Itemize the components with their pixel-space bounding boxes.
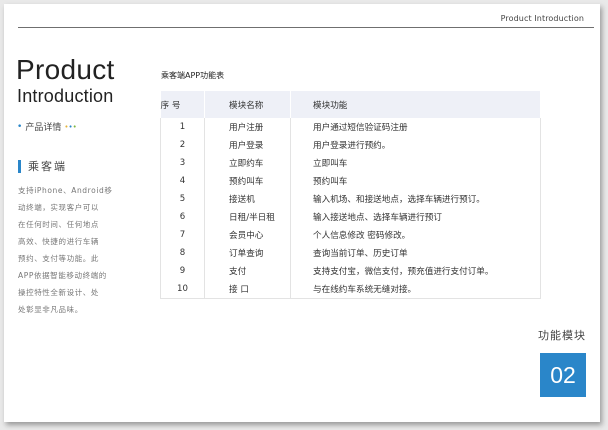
table-row: 4 预约叫车 预约叫车 [160,172,541,190]
product-detail-label: • 产品详情 ••• [17,120,77,134]
table-caption: 乘客端APP功能表 [161,71,225,80]
cell-module-name: 订单查询 [204,244,291,262]
cell-module-function: 预约叫车 [290,172,541,190]
cell-module-function: 输入接送地点、选择车辆进行预订 [290,208,541,226]
cell-module-name: 支付 [204,262,291,280]
colored-dots-icon: ••• [64,122,77,131]
feature-table: 序 号 模块名称 模块功能 1 用户注册 用户通过短信验证码注册 2 用户登录 … [160,91,541,299]
bullet-dot-icon: • [17,121,23,132]
header-module-name: 模块名称 [204,91,291,118]
cell-module-name: 预约叫车 [204,172,291,190]
cell-seq: 8 [160,244,205,262]
detail-text: 产品详情 [25,123,62,133]
description-line: APP依据智能移动终端的 [18,271,107,280]
header-seq: 序 号 [160,91,205,118]
description-line: 支持iPhone、Android移 [18,186,113,195]
cell-seq: 4 [160,172,205,190]
cell-seq: 5 [160,190,205,208]
description-line: 在任何时间、任何地点 [18,220,99,229]
cell-seq: 6 [160,208,205,226]
table-header-row: 序 号 模块名称 模块功能 [160,91,541,118]
cell-module-name: 接 口 [204,280,291,299]
passenger-section-heading: 乘客端 [18,158,67,174]
slide-page: Product Introduction Product Introductio… [4,4,600,422]
description-line: 动终端，实现客户可以 [18,203,99,212]
header-label: Product Introduction [500,14,584,23]
cell-seq: 9 [160,262,205,280]
table-row: 5 接送机 输入机场、和接送地点，选择车辆进行预订。 [160,190,541,208]
cell-seq: 2 [160,136,205,154]
header-module-function: 模块功能 [290,91,541,118]
cell-module-name: 用户注册 [204,118,291,136]
table-row: 1 用户注册 用户通过短信验证码注册 [160,118,541,136]
cell-module-function: 用户通过短信验证码注册 [290,118,541,136]
table-row: 3 立即约车 立即叫车 [160,154,541,172]
cell-module-function: 查询当前订单、历史订单 [290,244,541,262]
description-line: 高效、快捷的进行车辆 [18,237,99,246]
cell-module-name: 会员中心 [204,226,291,244]
table-row: 7 会员中心 个人信息修改 密码修改。 [160,226,541,244]
description-line: 处彰显非凡品味。 [18,305,83,314]
cell-module-function: 用户登录进行预约。 [290,136,541,154]
cell-seq: 7 [160,226,205,244]
title-product: Product [16,54,115,85]
cell-seq: 3 [160,154,205,172]
description-line: 预约、支付等功能。此 [18,254,99,263]
section-heading-text: 乘客端 [28,160,67,173]
cell-module-name: 立即约车 [204,154,291,172]
cell-module-function: 支持支付宝，微信支付，预充值进行支付订单。 [290,262,541,280]
cell-module-function: 输入机场、和接送地点，选择车辆进行预订。 [290,190,541,208]
table-row: 2 用户登录 用户登录进行预约。 [160,136,541,154]
cell-module-function: 立即叫车 [290,154,541,172]
header-divider [18,27,594,28]
accent-bar [18,159,21,173]
cell-seq: 1 [160,118,205,136]
module-number-badge: 02 [540,353,586,397]
cell-seq: 10 [160,280,205,299]
passenger-description: 支持iPhone、Android移 动终端，实现客户可以 在任何时间、任何地点 … [18,182,122,318]
module-label: 功能模块 [538,329,586,342]
title-introduction: Introduction [17,86,114,106]
cell-module-name: 用户登录 [204,136,291,154]
cell-module-function: 与在线约车系统无缝对接。 [290,280,541,299]
cell-module-name: 日租/半日租 [204,208,291,226]
table-row: 8 订单查询 查询当前订单、历史订单 [160,244,541,262]
table-row: 9 支付 支持支付宝，微信支付，预充值进行支付订单。 [160,262,541,280]
cell-module-name: 接送机 [204,190,291,208]
cell-module-function: 个人信息修改 密码修改。 [290,226,541,244]
table-row: 6 日租/半日租 输入接送地点、选择车辆进行预订 [160,208,541,226]
description-line: 操控特性全新设计、处 [18,288,99,297]
table-row: 10 接 口 与在线约车系统无缝对接。 [160,280,541,299]
